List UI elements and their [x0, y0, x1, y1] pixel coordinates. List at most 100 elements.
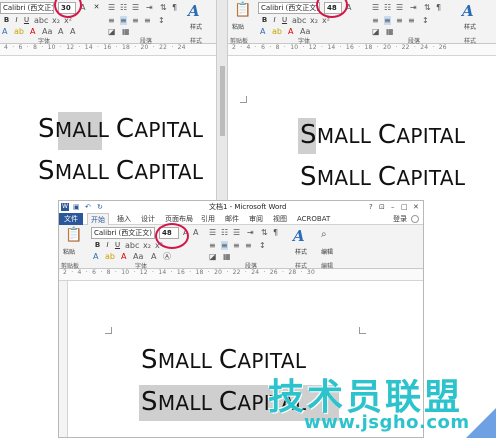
right-indent-icon[interactable]: ⇥ — [410, 3, 417, 12]
text-effects-icon[interactable]: A — [2, 27, 7, 36]
right-subscript-icon[interactable]: x₂ — [310, 16, 318, 25]
right-paste-label[interactable]: 粘贴 — [232, 22, 244, 31]
login-link[interactable]: 登录 — [393, 213, 407, 225]
right-superscript-icon[interactable]: x² — [322, 16, 330, 25]
bottom-bullets-icon[interactable]: ☰ — [209, 228, 216, 237]
tab-review[interactable]: 审阅 — [249, 213, 263, 225]
show-marks-icon[interactable]: ¶ — [172, 3, 177, 12]
font-color-icon[interactable]: A — [30, 27, 35, 36]
align-left-icon[interactable]: ≡ — [108, 16, 115, 25]
tab-layout[interactable]: 页面布局 — [165, 213, 193, 225]
bottom-align-left-icon[interactable]: ≡ — [209, 241, 216, 250]
save-icon[interactable]: ▣ — [73, 201, 80, 213]
help-icon[interactable]: ? — [369, 201, 373, 213]
bottom-paste-icon[interactable]: 📋 — [65, 228, 82, 242]
border-icon[interactable]: ▦ — [122, 27, 130, 36]
bottom-numbering-icon[interactable]: ☷ — [221, 228, 228, 237]
bottom-sort-icon[interactable]: ⇅ — [261, 228, 268, 237]
underline-button[interactable]: U — [22, 16, 31, 25]
right-underline-button[interactable]: U — [280, 16, 289, 25]
left-font-size-box[interactable]: 30 — [58, 2, 76, 14]
highlight-icon[interactable]: ab — [14, 27, 24, 36]
user-avatar[interactable] — [411, 215, 419, 223]
tab-acrobat[interactable]: ACROBAT — [297, 213, 330, 225]
phonetic-icon[interactable]: A — [70, 27, 75, 36]
superscript-icon[interactable]: x² — [64, 16, 72, 25]
right-grow-font-icon[interactable]: A — [346, 3, 351, 12]
align-center-icon[interactable]: ≡ — [120, 16, 127, 25]
right-align-left-icon[interactable]: ≡ — [372, 16, 379, 25]
bottom-indent-icon[interactable]: ⇥ — [247, 228, 254, 237]
bottom-justify-icon[interactable]: ≡ — [245, 241, 252, 250]
bottom-change-case-icon[interactable]: Aa — [133, 252, 143, 261]
tab-design[interactable]: 设计 — [141, 213, 155, 225]
tab-home[interactable]: 开始 — [87, 213, 109, 225]
right-line-1[interactable]: SMALL CAPITAL — [300, 120, 465, 150]
right-styles-icon[interactable]: A — [462, 4, 474, 19]
right-font-size-box[interactable]: 48 — [324, 2, 342, 14]
redo-icon[interactable]: ↻ — [97, 201, 103, 213]
bottom-bold-button[interactable]: B — [93, 241, 102, 250]
bottom-shading-icon[interactable]: ◪ — [209, 252, 217, 261]
bottom-paste-label[interactable]: 粘贴 — [63, 247, 75, 256]
styles-icon[interactable]: A — [188, 4, 200, 19]
right-justify-icon[interactable]: ≡ — [408, 16, 415, 25]
left-line-2[interactable]: SMALL CAPITAL — [38, 156, 203, 186]
right-numbering-icon[interactable]: ☷ — [384, 3, 391, 12]
minimize-icon[interactable]: – — [391, 201, 395, 213]
bottom-enclose-icon[interactable]: Ⓐ — [163, 252, 171, 261]
line-spacing-icon[interactable]: ↕ — [158, 16, 165, 25]
right-show-marks-icon[interactable]: ¶ — [436, 3, 441, 12]
bottom-font-name-box[interactable]: Calibri (西文正文) — [91, 227, 155, 239]
bottom-font-color-icon[interactable]: A — [121, 252, 126, 261]
bottom-text-effects-icon[interactable]: A — [93, 252, 98, 261]
subscript-icon[interactable]: x₂ — [52, 16, 60, 25]
right-strikethrough-icon[interactable]: abc — [292, 16, 306, 25]
right-shading-icon[interactable]: ◪ — [372, 27, 380, 36]
right-bullets-icon[interactable]: ☰ — [372, 3, 379, 12]
bottom-underline-button[interactable]: U — [113, 241, 122, 250]
sort-icon[interactable]: ⇅ — [160, 3, 167, 12]
right-italic-button[interactable]: I — [270, 16, 279, 25]
bottom-subscript-icon[interactable]: x₂ — [143, 241, 151, 250]
shading-icon[interactable]: ◪ — [108, 27, 116, 36]
bottom-multilevel-icon[interactable]: ☰ — [233, 228, 240, 237]
clear-format-icon[interactable]: ✕ — [92, 3, 101, 12]
numbering-icon[interactable]: ☷ — [120, 3, 127, 12]
bottom-superscript-icon[interactable]: x² — [155, 241, 163, 250]
tab-view[interactable]: 视图 — [273, 213, 287, 225]
bullets-icon[interactable]: ☰ — [108, 3, 115, 12]
tab-mailings[interactable]: 邮件 — [225, 213, 239, 225]
right-bold-button[interactable]: B — [260, 16, 269, 25]
bottom-align-center-icon[interactable]: ≡ — [221, 241, 228, 250]
right-align-right-icon[interactable]: ≡ — [396, 16, 403, 25]
right-sort-icon[interactable]: ⇅ — [424, 3, 431, 12]
indent-icon[interactable]: ⇥ — [146, 3, 153, 12]
undo-icon[interactable]: ↶ — [85, 201, 91, 213]
bottom-strikethrough-icon[interactable]: abc — [125, 241, 139, 250]
bottom-font-size-box[interactable]: 48 — [159, 227, 179, 239]
tab-references[interactable]: 引用 — [201, 213, 215, 225]
right-text-effects-icon[interactable]: A — [260, 27, 265, 36]
bottom-show-marks-icon[interactable]: ¶ — [273, 228, 278, 237]
left-line-1[interactable]: SMALL CAPITAL — [38, 114, 203, 144]
bottom-line-spacing-icon[interactable]: ↕ — [259, 241, 266, 250]
maximize-icon[interactable]: □ — [401, 201, 408, 213]
ribbon-display-icon[interactable]: ⊡ — [379, 201, 385, 213]
bottom-shrink-font-icon[interactable]: A — [193, 228, 198, 237]
bottom-grow-font-icon[interactable]: A — [183, 228, 188, 237]
right-line-2[interactable]: SMALL CAPITAL — [300, 162, 465, 192]
bottom-phonetic-icon[interactable]: A — [151, 252, 156, 261]
bottom-border-icon[interactable]: ▦ — [223, 252, 231, 261]
multilevel-icon[interactable]: ☰ — [132, 3, 139, 12]
italic-button[interactable]: I — [12, 16, 21, 25]
right-font-color-icon[interactable]: A — [288, 27, 293, 36]
tab-file[interactable]: 文件 — [59, 213, 83, 225]
grow-font-icon[interactable]: A — [80, 3, 85, 12]
right-align-center-icon[interactable]: ≡ — [384, 16, 391, 25]
left-font-name-box[interactable]: Calibri (西文正文) — [0, 2, 54, 14]
find-icon[interactable]: ⌕ — [321, 230, 327, 240]
tab-insert[interactable]: 插入 — [117, 213, 131, 225]
bottom-styles-icon[interactable]: A — [293, 229, 305, 244]
right-font-name-box[interactable]: Calibri (西文正文) — [258, 2, 320, 14]
